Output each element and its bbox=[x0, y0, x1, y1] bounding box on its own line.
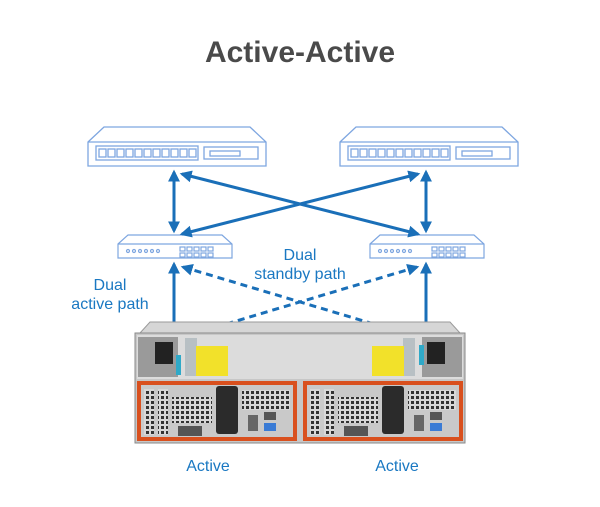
controller-left bbox=[137, 381, 297, 441]
warning-label-right bbox=[372, 346, 404, 376]
warning-label-left bbox=[196, 346, 228, 376]
psu-left bbox=[138, 337, 197, 377]
switch-right bbox=[369, 234, 485, 259]
controller-left-label: Active bbox=[186, 458, 230, 475]
psu-right bbox=[403, 337, 462, 377]
server-left bbox=[87, 126, 267, 167]
controller-right bbox=[303, 381, 463, 441]
controller-right-label: Active bbox=[375, 458, 419, 475]
switch-left bbox=[117, 234, 233, 259]
server-right bbox=[339, 126, 519, 167]
dual-standby-path-label: Dual standby path bbox=[254, 247, 346, 283]
nas-enclosure bbox=[134, 321, 466, 444]
dual-active-path-label: Dual active path bbox=[71, 277, 149, 313]
